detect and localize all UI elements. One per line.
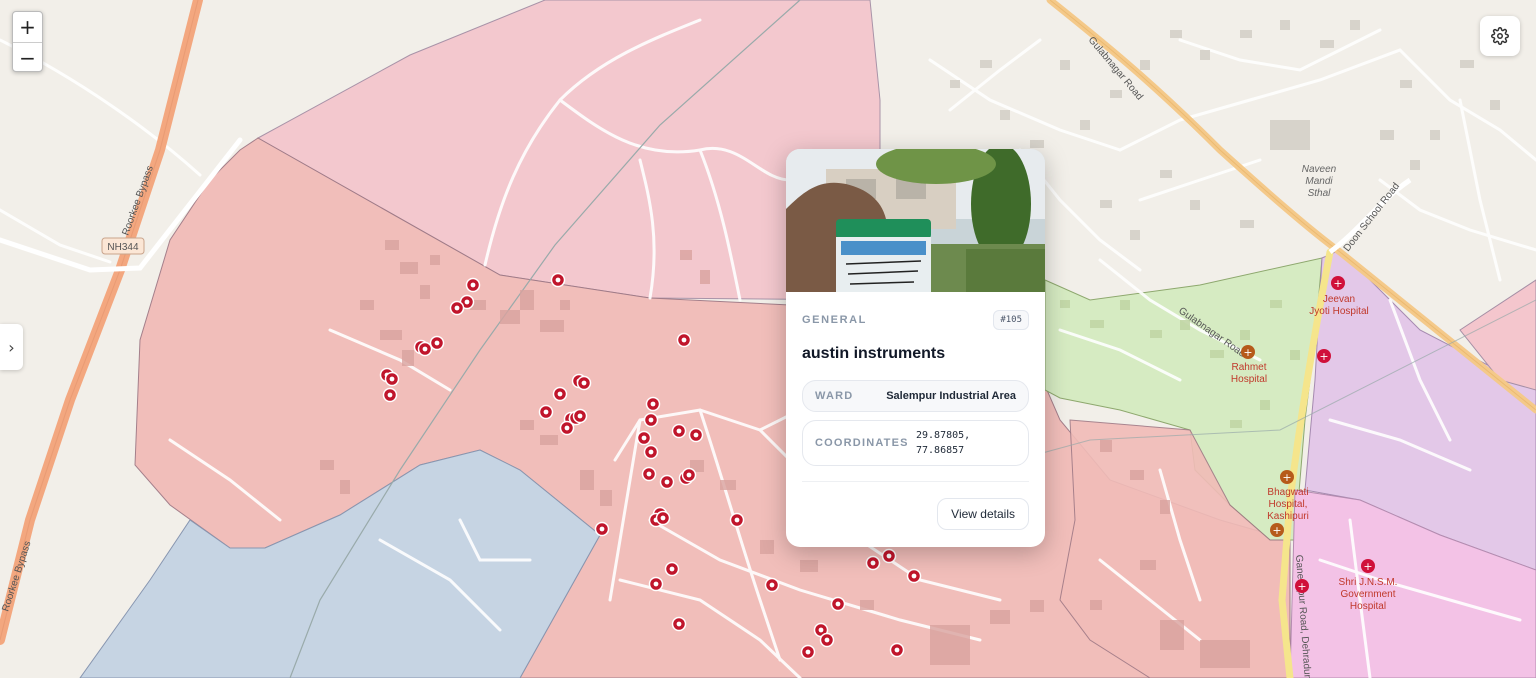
- location-marker[interactable]: [655, 510, 671, 526]
- popup-divider: [802, 481, 1029, 482]
- chevron-right-icon: ›: [8, 337, 15, 357]
- zoom-out-button[interactable]: −: [13, 42, 42, 71]
- svg-text:Sthal: Sthal: [1308, 188, 1332, 199]
- location-marker[interactable]: [681, 467, 697, 483]
- gear-icon: [1491, 27, 1509, 45]
- panel-toggle-button[interactable]: ›: [0, 324, 23, 370]
- ward-label: WARD: [815, 390, 854, 402]
- location-marker[interactable]: [729, 512, 745, 528]
- hospital-unnamed-west[interactable]: +: [1295, 579, 1309, 593]
- location-marker[interactable]: [550, 272, 566, 288]
- zoom-control: + −: [12, 11, 43, 72]
- svg-text:+: +: [1282, 471, 1291, 484]
- location-marker[interactable]: [645, 396, 661, 412]
- svg-text:Jyoti Hospital: Jyoti Hospital: [1309, 306, 1368, 317]
- location-marker[interactable]: [865, 555, 881, 571]
- location-marker[interactable]: [572, 408, 588, 424]
- location-marker[interactable]: [559, 420, 575, 436]
- svg-text:Jeevan: Jeevan: [1323, 294, 1355, 305]
- zoom-in-button[interactable]: +: [13, 12, 42, 42]
- location-marker[interactable]: [417, 341, 433, 357]
- svg-text:Shri J.N.S.M.: Shri J.N.S.M.: [1339, 577, 1398, 588]
- ward-row: WARD Salempur Industrial Area: [802, 380, 1029, 412]
- svg-text:Kashipuri: Kashipuri: [1267, 511, 1309, 522]
- location-marker[interactable]: [676, 332, 692, 348]
- latitude-value: 29.87805,: [916, 430, 971, 441]
- location-marker[interactable]: [648, 576, 664, 592]
- svg-text:Hospital,: Hospital,: [1269, 499, 1308, 510]
- location-marker[interactable]: [576, 375, 592, 391]
- svg-text:+: +: [1333, 277, 1342, 290]
- location-marker[interactable]: [671, 423, 687, 439]
- settings-button[interactable]: [1480, 16, 1520, 56]
- popup-title: austin instruments: [802, 345, 946, 362]
- category-label: GENERAL: [802, 314, 867, 326]
- location-marker[interactable]: [429, 335, 445, 351]
- svg-text:Government: Government: [1340, 589, 1395, 600]
- location-marker[interactable]: [800, 644, 816, 660]
- location-marker[interactable]: [384, 371, 400, 387]
- location-marker[interactable]: [643, 444, 659, 460]
- svg-text:Rahmet: Rahmet: [1231, 362, 1266, 373]
- svg-text:Bhagwati: Bhagwati: [1267, 487, 1308, 498]
- sample-photo: [786, 149, 1045, 292]
- svg-text:+: +: [1243, 346, 1252, 359]
- location-marker[interactable]: [764, 577, 780, 593]
- id-badge: #105: [993, 310, 1029, 330]
- highway-shield: NH344: [101, 237, 145, 255]
- location-marker[interactable]: [659, 474, 675, 490]
- location-marker[interactable]: [538, 404, 554, 420]
- location-marker[interactable]: [641, 466, 657, 482]
- coordinates-label: COORDINATES: [815, 437, 909, 449]
- location-marker[interactable]: [552, 386, 568, 402]
- view-details-button[interactable]: View details: [937, 498, 1029, 530]
- location-marker[interactable]: [594, 521, 610, 537]
- location-marker[interactable]: [664, 561, 680, 577]
- longitude-value: 77.86857: [916, 445, 965, 456]
- location-marker[interactable]: [465, 277, 481, 293]
- location-marker[interactable]: [881, 548, 897, 564]
- ward-value: Salempur Industrial Area: [886, 390, 1016, 402]
- svg-text:Mandi: Mandi: [1305, 176, 1333, 187]
- svg-text:Naveen: Naveen: [1302, 164, 1337, 175]
- svg-text:+: +: [1297, 580, 1306, 593]
- svg-text:Hospital: Hospital: [1350, 601, 1386, 612]
- location-marker[interactable]: [449, 300, 465, 316]
- svg-text:+: +: [1319, 350, 1328, 363]
- coordinates-value: 29.87805, 77.86857: [916, 428, 1016, 458]
- svg-text:+: +: [1272, 524, 1281, 537]
- svg-text:Hospital: Hospital: [1231, 374, 1267, 385]
- coordinates-row: COORDINATES 29.87805, 77.86857: [802, 420, 1029, 466]
- location-marker[interactable]: [889, 642, 905, 658]
- location-marker[interactable]: [819, 632, 835, 648]
- location-marker[interactable]: [382, 387, 398, 403]
- location-marker[interactable]: [688, 427, 704, 443]
- location-marker[interactable]: [830, 596, 846, 612]
- svg-text:+: +: [1363, 560, 1372, 573]
- location-marker[interactable]: [906, 568, 922, 584]
- location-popup: GENERAL #105 austin instruments WARD Sal…: [786, 149, 1045, 547]
- location-marker[interactable]: [643, 412, 659, 428]
- hospital-unnamed-south[interactable]: +: [1270, 523, 1284, 537]
- location-marker[interactable]: [636, 430, 652, 446]
- location-marker[interactable]: [671, 616, 687, 632]
- hospital-unnamed-north[interactable]: +: [1317, 349, 1331, 363]
- svg-text:NH344: NH344: [107, 242, 139, 253]
- map-canvas[interactable]: Roorkee Bypass Roorkee Bypass NH344 Gula…: [0, 0, 1536, 678]
